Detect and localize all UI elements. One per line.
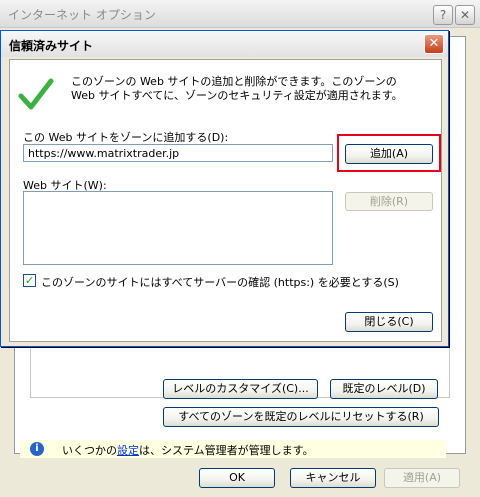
cancel-button[interactable]: キャンセル	[290, 468, 376, 488]
site-list[interactable]	[23, 191, 333, 265]
help-button[interactable]: ?	[433, 5, 453, 25]
settings-link[interactable]: 設定	[117, 444, 139, 457]
dialog-titlebar: 信頼済みサイト ✕	[1, 31, 448, 57]
reset-all-zones-button[interactable]: すべてのゾーンを既定のレベルにリセットする(R)	[163, 407, 439, 427]
ok-button[interactable]: OK	[199, 468, 275, 488]
info-prefix: いくつかの	[62, 444, 117, 457]
info-suffix: は、システム管理者が管理します。	[139, 444, 314, 457]
https-checkbox[interactable]: ✓	[23, 274, 36, 287]
trusted-sites-dialog: 信頼済みサイト ✕ このゾーンの Web サイトの追加と削除ができます。このゾー…	[0, 30, 449, 347]
default-level-button[interactable]: 既定のレベル(D)	[330, 379, 438, 399]
add-site-label: この Web サイトをゾーンに追加する(D):	[23, 131, 229, 144]
check-icon	[18, 78, 54, 110]
https-checkbox-label[interactable]: このゾーンのサイトにはすべてサーバーの確認 (https:) を必要とする(S)	[41, 274, 399, 290]
url-input[interactable]	[23, 144, 333, 162]
internet-options-titlebar: インターネット オプション ? ✕	[0, 0, 480, 28]
close-button[interactable]: 閉じる(C)	[345, 312, 433, 332]
info-text: いくつかの設定は、システム管理者が管理します。	[62, 442, 314, 458]
window-close-button[interactable]: ✕	[455, 5, 475, 25]
info-icon: i	[30, 442, 44, 456]
description-text: このゾーンの Web サイトの追加と削除ができます。このゾーンの Web サイト…	[71, 75, 403, 102]
apply-button[interactable]: 適用(A)	[384, 468, 460, 488]
custom-level-button[interactable]: レベルのカスタマイズ(C)...	[163, 379, 318, 399]
remove-button[interactable]: 削除(R)	[345, 192, 433, 211]
dialog-close-button[interactable]: ✕	[424, 34, 444, 54]
add-button[interactable]: 追加(A)	[345, 144, 433, 164]
dialog-title: 信頼済みサイト	[9, 39, 94, 53]
window-title: インターネット オプション	[8, 8, 156, 22]
